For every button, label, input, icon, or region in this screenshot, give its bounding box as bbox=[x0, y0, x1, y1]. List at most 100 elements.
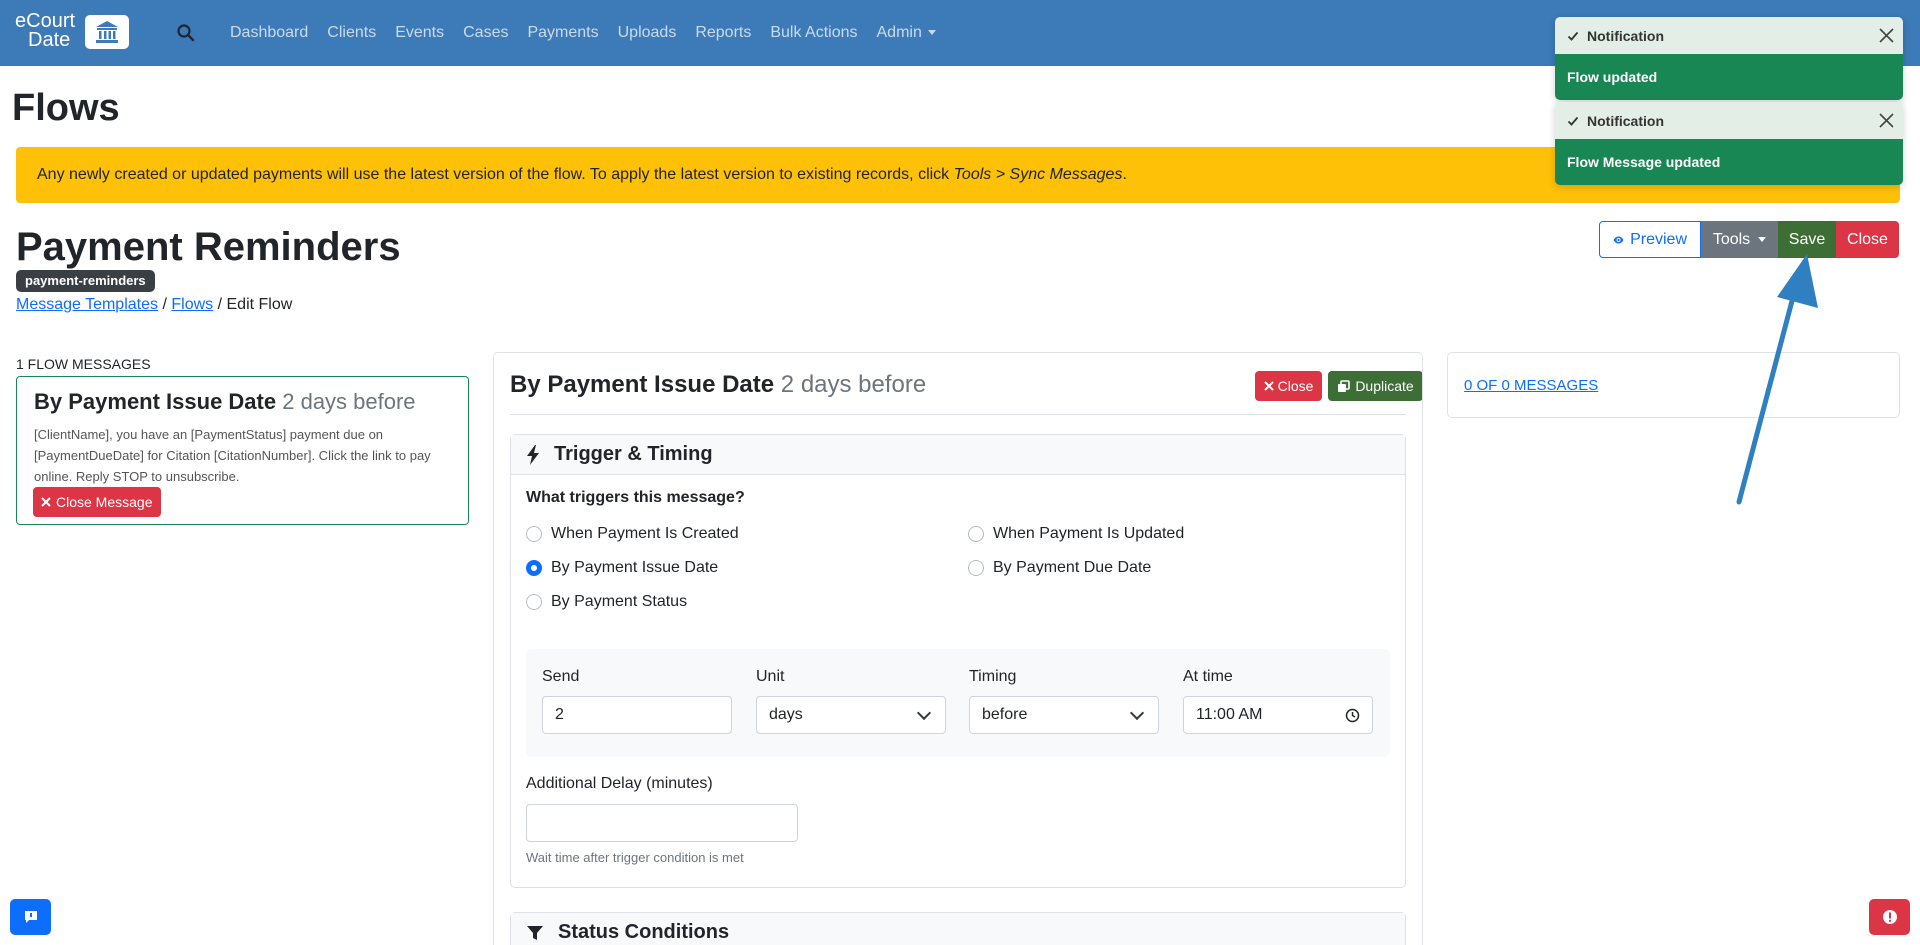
at-time-field: At time 11:00 AM bbox=[1183, 667, 1373, 734]
nav-admin-dropdown[interactable]: Admin bbox=[877, 24, 936, 42]
at-time-value: 11:00 AM bbox=[1196, 706, 1263, 723]
timing-field: Timing before bbox=[969, 667, 1159, 734]
status-conditions-section: Status Conditions bbox=[510, 912, 1406, 945]
duplicate-label: Duplicate bbox=[1355, 378, 1414, 394]
nav-events[interactable]: Events bbox=[395, 24, 444, 42]
breadcrumb: Message Templates / Flows / Edit Flow bbox=[16, 294, 292, 316]
radio-button[interactable] bbox=[968, 560, 984, 576]
unit-select[interactable]: days bbox=[756, 696, 946, 734]
send-input[interactable]: 2 bbox=[542, 696, 732, 734]
nav-uploads[interactable]: Uploads bbox=[618, 24, 677, 42]
radio-button[interactable] bbox=[968, 526, 984, 542]
editor-title: By Payment Issue Date 2 days before bbox=[510, 370, 926, 400]
radio-button-checked[interactable] bbox=[526, 560, 542, 576]
eye-icon bbox=[1613, 236, 1624, 243]
x-icon bbox=[41, 497, 51, 507]
delay-help-text: Wait time after trigger condition is met bbox=[526, 850, 744, 865]
editor-close-label: Close bbox=[1277, 378, 1314, 394]
preview-button[interactable]: Preview bbox=[1599, 221, 1701, 258]
message-card-trigger: By Payment Issue Date bbox=[34, 389, 277, 414]
unit-field: Unit days bbox=[756, 667, 946, 734]
caret-down-icon bbox=[927, 30, 936, 36]
x-icon bbox=[1263, 381, 1274, 391]
notification-toast: Notification Flow updated bbox=[1555, 17, 1903, 100]
nav-reports[interactable]: Reports bbox=[695, 24, 751, 42]
clock-icon[interactable] bbox=[1345, 708, 1360, 723]
messages-count-link[interactable]: 0 of 0 Messages bbox=[1464, 377, 1598, 394]
timing-value: before bbox=[982, 706, 1028, 723]
send-value: 2 bbox=[555, 706, 564, 723]
brand-logo[interactable]: eCourt Date bbox=[15, 11, 129, 52]
caret-down-icon bbox=[1758, 237, 1767, 242]
duplicate-button[interactable]: Duplicate bbox=[1328, 371, 1422, 401]
bolt-icon bbox=[527, 444, 539, 465]
close-icon[interactable] bbox=[1878, 27, 1895, 44]
search-icon[interactable] bbox=[176, 23, 196, 43]
close-button[interactable]: Close bbox=[1836, 221, 1899, 258]
editor-timing: 2 days before bbox=[780, 371, 927, 398]
messages-preview-panel: 0 of 0 Messages bbox=[1447, 352, 1900, 418]
nav-cases[interactable]: Cases bbox=[463, 24, 508, 42]
close-message-button[interactable]: Close Message bbox=[33, 487, 161, 517]
flow-title: Payment Reminders bbox=[16, 225, 401, 269]
delay-label: Additional Delay (minutes) bbox=[526, 775, 713, 792]
nav-clients[interactable]: Clients bbox=[327, 24, 376, 42]
check-icon bbox=[1567, 31, 1579, 41]
trigger-timing-title: Trigger & Timing bbox=[554, 443, 713, 465]
radio-when-payment-created[interactable]: When Payment Is Created bbox=[526, 525, 739, 543]
nav-payments[interactable]: Payments bbox=[527, 24, 598, 42]
radio-label: When Payment Is Created bbox=[551, 525, 739, 542]
chat-icon bbox=[24, 911, 37, 923]
nav-admin-label: Admin bbox=[876, 24, 922, 41]
message-card-title: By Payment Issue Date 2 days before bbox=[34, 388, 451, 416]
flow-message-card[interactable]: By Payment Issue Date 2 days before [Cli… bbox=[16, 376, 469, 525]
toast-header: Notification bbox=[1555, 17, 1903, 54]
brand-name: eCourt Date bbox=[15, 11, 75, 51]
editor-close-button[interactable]: Close bbox=[1255, 371, 1322, 401]
at-time-input[interactable]: 11:00 AM bbox=[1183, 696, 1373, 734]
radio-by-payment-issue-date[interactable]: By Payment Issue Date bbox=[526, 559, 718, 577]
send-field: Send 2 bbox=[542, 667, 732, 734]
nav-bulk-actions[interactable]: Bulk Actions bbox=[770, 24, 857, 42]
send-label: Send bbox=[542, 668, 580, 685]
alert-text: Any newly created or updated payments wi… bbox=[37, 166, 1127, 184]
chevron-down-icon bbox=[1129, 705, 1145, 720]
alert-text-before: Any newly created or updated payments wi… bbox=[37, 166, 954, 183]
toast-title: Notification bbox=[1587, 27, 1664, 44]
radio-when-payment-updated[interactable]: When Payment Is Updated bbox=[968, 525, 1184, 543]
radio-button[interactable] bbox=[526, 526, 542, 542]
breadcrumb-flows[interactable]: Flows bbox=[171, 296, 213, 313]
message-card-body: [ClientName], you have an [PaymentStatus… bbox=[34, 427, 431, 484]
trigger-timing-section: Trigger & Timing What triggers this mess… bbox=[510, 434, 1406, 888]
breadcrumb-separator: / bbox=[217, 296, 223, 313]
timing-select[interactable]: before bbox=[969, 696, 1159, 734]
nav-dashboard[interactable]: Dashboard bbox=[230, 24, 308, 42]
preview-label: Preview bbox=[1630, 230, 1687, 248]
page-title: Flows bbox=[12, 87, 120, 129]
toast-body: Flow Message updated bbox=[1555, 139, 1903, 185]
radio-button[interactable] bbox=[526, 594, 542, 610]
radio-label: By Payment Due Date bbox=[993, 559, 1152, 576]
close-icon[interactable] bbox=[1878, 112, 1895, 129]
status-conditions-header[interactable]: Status Conditions bbox=[511, 913, 1405, 945]
trigger-timing-header[interactable]: Trigger & Timing bbox=[511, 435, 1405, 475]
radio-by-payment-due-date[interactable]: By Payment Due Date bbox=[968, 559, 1151, 577]
feedback-button[interactable] bbox=[10, 899, 51, 935]
radio-label: By Payment Issue Date bbox=[551, 559, 719, 576]
brand-line-2: Date bbox=[28, 29, 71, 51]
close-message-label: Close Message bbox=[56, 494, 153, 510]
message-card-timing: 2 days before bbox=[282, 389, 416, 414]
delay-input[interactable] bbox=[526, 804, 798, 842]
toast-header: Notification bbox=[1555, 102, 1903, 139]
radio-by-payment-status[interactable]: By Payment Status bbox=[526, 593, 687, 611]
alert-text-after: . bbox=[1122, 166, 1127, 183]
timing-label: Timing bbox=[969, 668, 1017, 685]
timing-fields: Send 2 Unit days Timing before At time 1… bbox=[526, 649, 1390, 757]
toast-title: Notification bbox=[1587, 112, 1664, 129]
error-report-button[interactable] bbox=[1869, 899, 1910, 935]
flow-slug-badge: payment-reminders bbox=[16, 270, 155, 292]
notification-toast: Notification Flow Message updated bbox=[1555, 102, 1903, 185]
unit-label: Unit bbox=[756, 668, 785, 685]
filter-icon bbox=[527, 925, 543, 940]
breadcrumb-message-templates[interactable]: Message Templates bbox=[16, 296, 158, 313]
